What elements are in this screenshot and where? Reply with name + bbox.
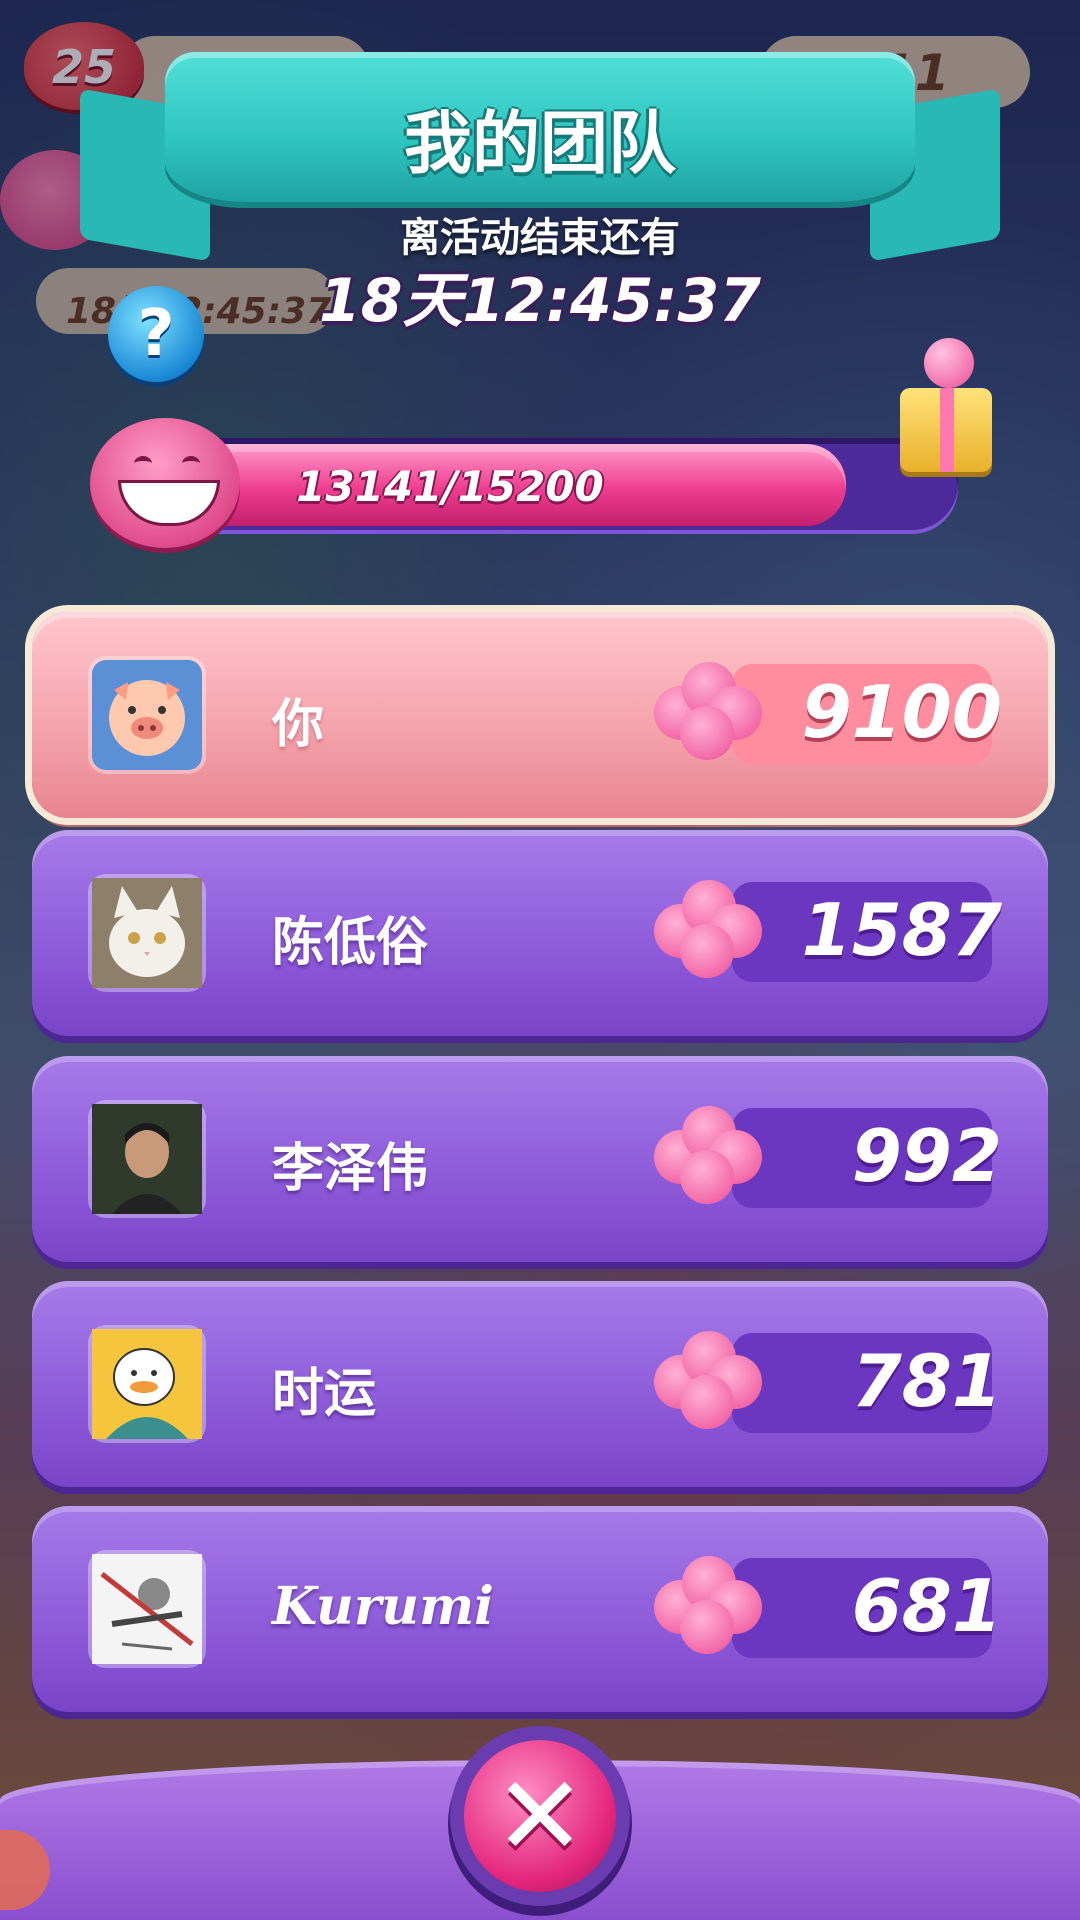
member-score: 992: [851, 1114, 1002, 1198]
team-progress-label: 13141/15200: [296, 462, 604, 511]
team-row: 李泽伟 992: [32, 1056, 1048, 1262]
gift-icon[interactable]: [900, 388, 992, 472]
member-score: 781: [851, 1339, 1002, 1423]
duck-cartoon-avatar: [92, 1329, 202, 1439]
man-photo-avatar: [92, 1104, 202, 1214]
member-score: 681: [851, 1564, 1002, 1648]
page-title: 我的团队: [403, 105, 676, 184]
pig-avatar: [92, 660, 202, 770]
sketch-avatar: [92, 1554, 202, 1664]
question-icon[interactable]: ?: [108, 286, 204, 382]
team-row: 你 9100: [32, 612, 1048, 818]
member-score: 9100: [801, 670, 1002, 754]
team-row: Kurumi 681: [32, 1506, 1048, 1712]
member-name: Kurumi: [272, 1576, 494, 1637]
white-cat-avatar: [92, 878, 202, 988]
member-name: 李泽伟: [272, 1139, 429, 1199]
gift-ball-icon: [924, 338, 974, 388]
jelly-mascot-icon: [90, 418, 240, 548]
close-icon[interactable]: ✕: [464, 1740, 616, 1892]
member-name: 你: [272, 695, 325, 755]
member-name: 时运: [272, 1364, 377, 1424]
team-row: 陈低俗 1587: [32, 830, 1048, 1036]
team-row: 时运 781: [32, 1281, 1048, 1487]
member-score: 1587: [801, 888, 1002, 972]
member-name: 陈低俗: [272, 913, 429, 973]
